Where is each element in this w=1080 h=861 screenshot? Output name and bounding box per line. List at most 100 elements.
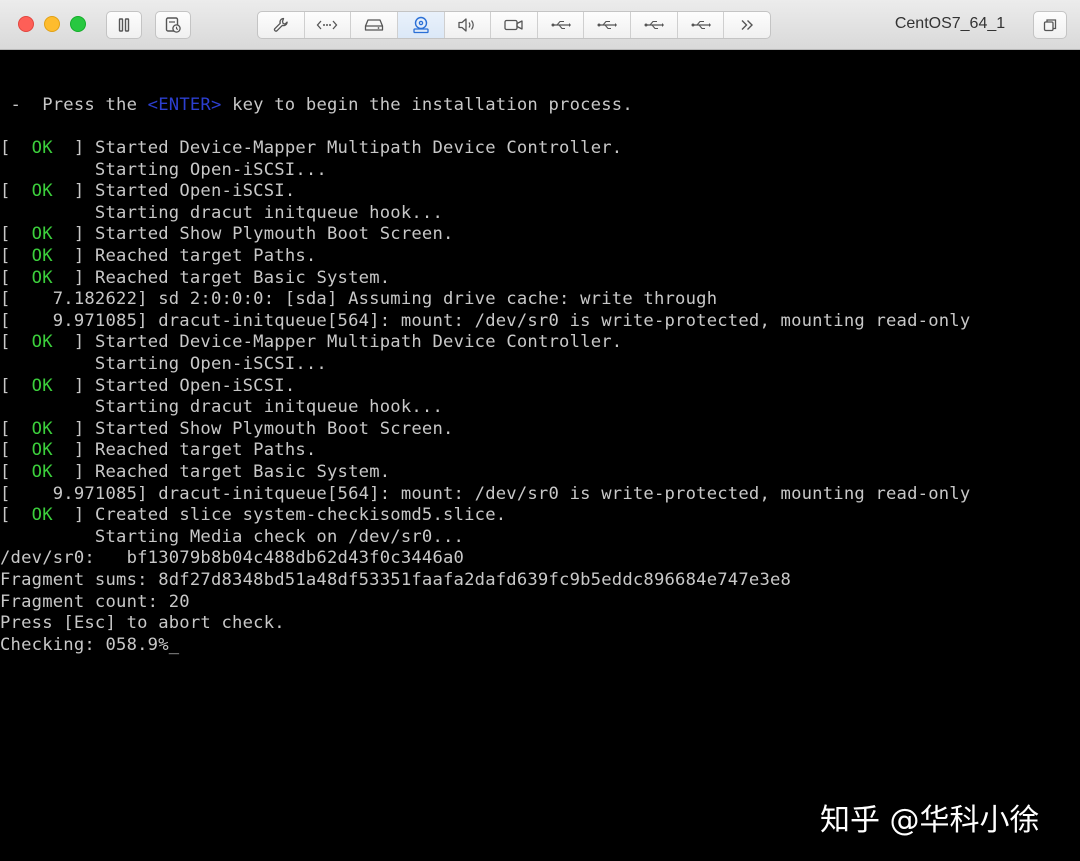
console-line: [ OK ] Started Show Plymouth Boot Screen… <box>0 418 454 440</box>
console-line-text: ] Reached target Basic System. <box>53 268 391 288</box>
enter-key-label: <ENTER> <box>148 95 222 115</box>
settings-wrench-icon <box>272 16 290 34</box>
console-line: [ OK ] Started Open-iSCSI. <box>0 375 295 397</box>
snapshot-button[interactable] <box>155 11 191 39</box>
console-line-text: ] Reached target Paths. <box>53 246 317 266</box>
ok-status: OK <box>32 268 53 288</box>
console-line: [ OK ] Reached target Paths. <box>0 439 316 461</box>
console-line-prefix: [ <box>0 138 32 158</box>
console-line: [ OK ] Reached target Basic System. <box>0 267 390 289</box>
usb-icon <box>550 17 572 33</box>
settings-button[interactable] <box>258 12 305 38</box>
console-line-text: Starting Media check on /dev/sr0... <box>0 527 464 547</box>
pause-vm-button[interactable] <box>106 11 142 39</box>
console-line: Starting dracut initqueue hook... <box>0 202 443 224</box>
ok-status: OK <box>32 505 53 525</box>
hard-disk-button[interactable] <box>351 12 398 38</box>
vm-console-screen[interactable]: - Press the <ENTER> key to begin the ins… <box>0 51 1080 861</box>
console-line: Starting dracut initqueue hook... <box>0 396 443 418</box>
console-line-text: ] Started Show Plymouth Boot Screen. <box>53 419 454 439</box>
console-line-text: ] Started Device-Mapper Multipath Device… <box>53 332 623 352</box>
more-toolbar-button[interactable] <box>724 12 770 38</box>
console-line-text: Press [Esc] to abort check. <box>0 613 285 633</box>
title-bar: CentOS7_64_1 <box>0 0 1080 50</box>
zhihu-watermark: 知乎 @华科小徐 <box>820 795 1040 839</box>
console-line-text: Starting Open-iSCSI... <box>0 354 327 374</box>
console-line-text: ] Created slice system-checkisomd5.slice… <box>53 505 507 525</box>
console-line-prefix: [ <box>0 246 32 266</box>
usb-device-4-button[interactable] <box>678 12 725 38</box>
snapshot-icon <box>164 16 182 34</box>
usb-device-3-button[interactable] <box>631 12 678 38</box>
ok-status: OK <box>32 462 53 482</box>
console-line-prefix: [ <box>0 462 32 482</box>
pause-icon <box>116 17 132 33</box>
console-line: [ OK ] Started Open-iSCSI. <box>0 180 295 202</box>
console-line: Press [Esc] to abort check. <box>0 612 285 634</box>
more-chevrons-icon <box>738 17 756 33</box>
ok-status: OK <box>32 181 53 201</box>
cd-dvd-button[interactable] <box>398 12 445 38</box>
console-line-text: Starting dracut initqueue hook... <box>0 397 443 417</box>
camera-button[interactable] <box>491 12 538 38</box>
enter-prompt-line: - Press the <ENTER> key to begin the ins… <box>0 94 633 116</box>
console-line-text: Starting dracut initqueue hook... <box>0 203 443 223</box>
console-line-text: Starting Open-iSCSI... <box>0 160 327 180</box>
console-line: [ OK ] Started Device-Mapper Multipath D… <box>0 137 622 159</box>
prompt-text: key to begin the installation process. <box>222 95 633 115</box>
console-line-prefix: [ <box>0 224 32 244</box>
unity-mode-button[interactable] <box>1033 11 1067 39</box>
camera-icon <box>503 17 525 33</box>
sound-icon <box>457 17 477 33</box>
usb-icon <box>596 17 618 33</box>
console-line-text: ] Started Show Plymouth Boot Screen. <box>53 224 454 244</box>
usb-device-1-button[interactable] <box>538 12 585 38</box>
network-adapter-button[interactable] <box>305 12 352 38</box>
console-line-text: [ 9.971085] dracut-initqueue[564]: mount… <box>0 484 970 504</box>
usb-device-2-button[interactable] <box>584 12 631 38</box>
console-line-prefix: [ <box>0 181 32 201</box>
ok-status: OK <box>32 440 53 460</box>
console-line: [ OK ] Created slice system-checkisomd5.… <box>0 504 506 526</box>
console-line: Fragment sums: 8df27d8348bd51a48df53351f… <box>0 569 791 591</box>
console-line-prefix: [ <box>0 332 32 352</box>
console-line-text: Checking: 058.9% <box>0 635 169 655</box>
console-line: Starting Media check on /dev/sr0... <box>0 526 464 548</box>
fullscreen-window-button[interactable] <box>70 16 86 32</box>
console-line: Starting Open-iSCSI... <box>0 353 327 375</box>
console-line: [ OK ] Reached target Paths. <box>0 245 316 267</box>
ok-status: OK <box>32 332 53 352</box>
console-line-prefix: [ <box>0 440 32 460</box>
console-line-text: ] Started Device-Mapper Multipath Device… <box>53 138 623 158</box>
device-toolbar <box>257 11 771 39</box>
ok-status: OK <box>32 376 53 396</box>
vm-name-title: CentOS7_64_1 <box>880 15 1020 33</box>
console-line: /dev/sr0: bf13079b8b04c488db62d43f0c3446… <box>0 547 464 569</box>
console-line: Checking: 058.9%_ <box>0 634 179 656</box>
console-line-text: ] Reached target Paths. <box>53 440 317 460</box>
network-arrows-icon <box>316 17 338 33</box>
console-line: [ 7.182622] sd 2:0:0:0: [sda] Assuming d… <box>0 288 717 310</box>
disk-drive-icon <box>364 17 384 33</box>
vm-window: CentOS7_64_1 - Press the <ENTER> key to … <box>0 0 1080 861</box>
prompt-text: - Press the <box>0 95 148 115</box>
ok-status: OK <box>32 224 53 244</box>
console-line-text: ] Started Open-iSCSI. <box>53 376 296 396</box>
minimize-window-button[interactable] <box>44 16 60 32</box>
window-restore-icon <box>1042 17 1058 33</box>
console-line: [ OK ] Started Device-Mapper Multipath D… <box>0 331 622 353</box>
console-line-text: /dev/sr0: bf13079b8b04c488db62d43f0c3446… <box>0 548 464 568</box>
console-line: Fragment count: 20 <box>0 591 190 613</box>
sound-button[interactable] <box>445 12 492 38</box>
close-window-button[interactable] <box>18 16 34 32</box>
ok-status: OK <box>32 138 53 158</box>
ok-status: OK <box>32 246 53 266</box>
console-line: [ 9.971085] dracut-initqueue[564]: mount… <box>0 483 970 505</box>
console-line-prefix: [ <box>0 376 32 396</box>
console-line-text: [ 9.971085] dracut-initqueue[564]: mount… <box>0 311 970 331</box>
console-line: [ OK ] Reached target Basic System. <box>0 461 390 483</box>
console-line-prefix: [ <box>0 419 32 439</box>
console-line-text: ] Started Open-iSCSI. <box>53 181 296 201</box>
console-line: [ 9.971085] dracut-initqueue[564]: mount… <box>0 310 970 332</box>
console-line: [ OK ] Started Show Plymouth Boot Screen… <box>0 223 454 245</box>
